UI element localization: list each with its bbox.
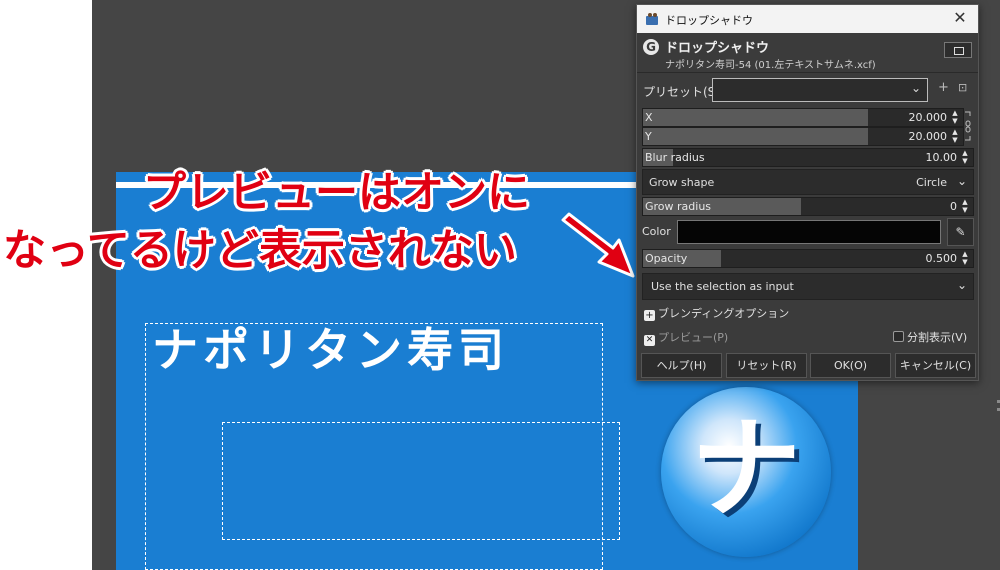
opacity-value: 0.500 — [925, 252, 958, 265]
dialog-header-title: ドロップシャドウ — [665, 41, 770, 56]
annotation-line-1: プレビューはオンに — [143, 168, 530, 218]
shadow-color-button[interactable] — [677, 220, 941, 244]
gegl-icon: G — [643, 39, 659, 55]
x-label: X — [645, 111, 653, 124]
input-mode-value: Use the selection as input — [651, 280, 794, 293]
chain-link-icon[interactable] — [964, 110, 972, 142]
reset-button[interactable]: リセット(R) — [726, 353, 807, 378]
opacity-label: Opacity — [645, 252, 688, 265]
chevron-down-icon: ⌄ — [956, 278, 967, 292]
ok-button[interactable]: OK(O) — [810, 353, 891, 378]
spin-arrows-icon[interactable]: ▲ ▼ — [960, 149, 970, 166]
outside-area — [0, 0, 92, 570]
drop-shadow-dialog: ドロップシャドウ ✕ G ドロップシャドウ ナポリタン寿司-54 (01.左テキ… — [636, 4, 979, 381]
y-value: 20.000 — [908, 130, 948, 143]
logo-circle: ナ — [661, 387, 831, 557]
split-view-label: 分割表示(V) — [907, 331, 968, 344]
grow-radius-label: Grow radius — [645, 200, 712, 213]
preset-combo[interactable]: ⌄ — [712, 78, 928, 102]
blur-radius-value: 10.00 — [925, 151, 958, 164]
grow-radius-spin[interactable]: Grow radius 0 ▲ ▼ — [642, 197, 974, 216]
dialog-header: G ドロップシャドウ ナポリタン寿司-54 (01.左テキストサムネ.xcf) — [637, 33, 978, 73]
dialog-titlebar[interactable]: ドロップシャドウ ✕ — [637, 5, 978, 33]
grow-shape-label: Grow shape — [649, 176, 715, 189]
spin-arrows-icon[interactable]: ▲ ▼ — [950, 109, 960, 126]
spin-arrows-icon[interactable]: ▲ ▼ — [960, 250, 970, 267]
dialog-header-subtitle: ナポリタン寿司-54 (01.左テキストサムネ.xcf) — [665, 60, 876, 71]
grow-shape-value: Circle — [916, 176, 947, 189]
checkbox-empty-icon — [893, 331, 904, 342]
on-canvas-controls-icon[interactable] — [944, 42, 972, 58]
preset-menu-icon[interactable]: ⊡ — [958, 81, 967, 94]
split-view-checkbox[interactable]: 分割表示(V) — [893, 329, 967, 345]
help-button[interactable]: ヘルプ(H) — [641, 353, 722, 378]
gimp-app-icon — [646, 13, 658, 25]
y-offset-spin[interactable]: Y 20.000 ▲ ▼ — [642, 127, 964, 146]
blur-radius-spin[interactable]: Blur radius 10.00 ▲ ▼ — [642, 148, 974, 167]
grow-radius-value: 0 — [950, 200, 957, 213]
logo-character: ナ — [691, 405, 801, 533]
color-label: Color — [642, 225, 671, 238]
annotation-line-2: なってるけど表示されない — [3, 226, 517, 276]
spin-fill — [643, 109, 868, 126]
cancel-button[interactable]: キャンセル(C) — [895, 353, 976, 378]
spin-arrows-icon[interactable]: ▲ ▼ — [960, 198, 970, 215]
add-preset-icon[interactable]: + — [938, 80, 949, 95]
opacity-spin[interactable]: Opacity 0.500 ▲ ▼ — [642, 249, 974, 268]
selection-marquee — [222, 422, 620, 540]
expand-plus-icon: + — [644, 310, 655, 321]
blur-radius-label: Blur radius — [645, 151, 705, 164]
spin-fill — [643, 128, 868, 145]
checkbox-checked-icon: ✕ — [644, 335, 655, 346]
y-label: Y — [645, 130, 652, 143]
dialog-window-title: ドロップシャドウ — [665, 14, 753, 27]
color-picker-icon[interactable]: ✎ — [947, 218, 974, 246]
red-arrow-icon — [561, 212, 635, 278]
spin-arrows-icon[interactable]: ▲ ▼ — [950, 128, 960, 145]
chevron-down-icon: ⌄ — [910, 81, 921, 95]
preview-label: プレビュー(P) — [658, 331, 729, 344]
blending-options-expander[interactable]: + ブレンディングオプション — [644, 305, 789, 321]
grow-shape-combo[interactable]: Grow shape Circle ⌄ — [642, 169, 974, 195]
blending-options-label: ブレンディングオプション — [658, 307, 790, 320]
input-mode-combo[interactable]: Use the selection as input ⌄ — [642, 273, 974, 300]
screenshot: ナポリタン寿司 ナ プレビューはオンに なってるけど表示されない ドロップシャド… — [0, 0, 1000, 570]
chevron-down-icon: ⌄ — [956, 174, 967, 188]
x-value: 20.000 — [908, 111, 948, 124]
preview-checkbox[interactable]: ✕ プレビュー(P) — [644, 329, 728, 346]
image-title-text: ナポリタン寿司 — [152, 323, 509, 377]
close-icon[interactable]: ✕ — [950, 8, 970, 28]
x-offset-spin[interactable]: X 20.000 ▲ ▼ — [642, 108, 964, 127]
